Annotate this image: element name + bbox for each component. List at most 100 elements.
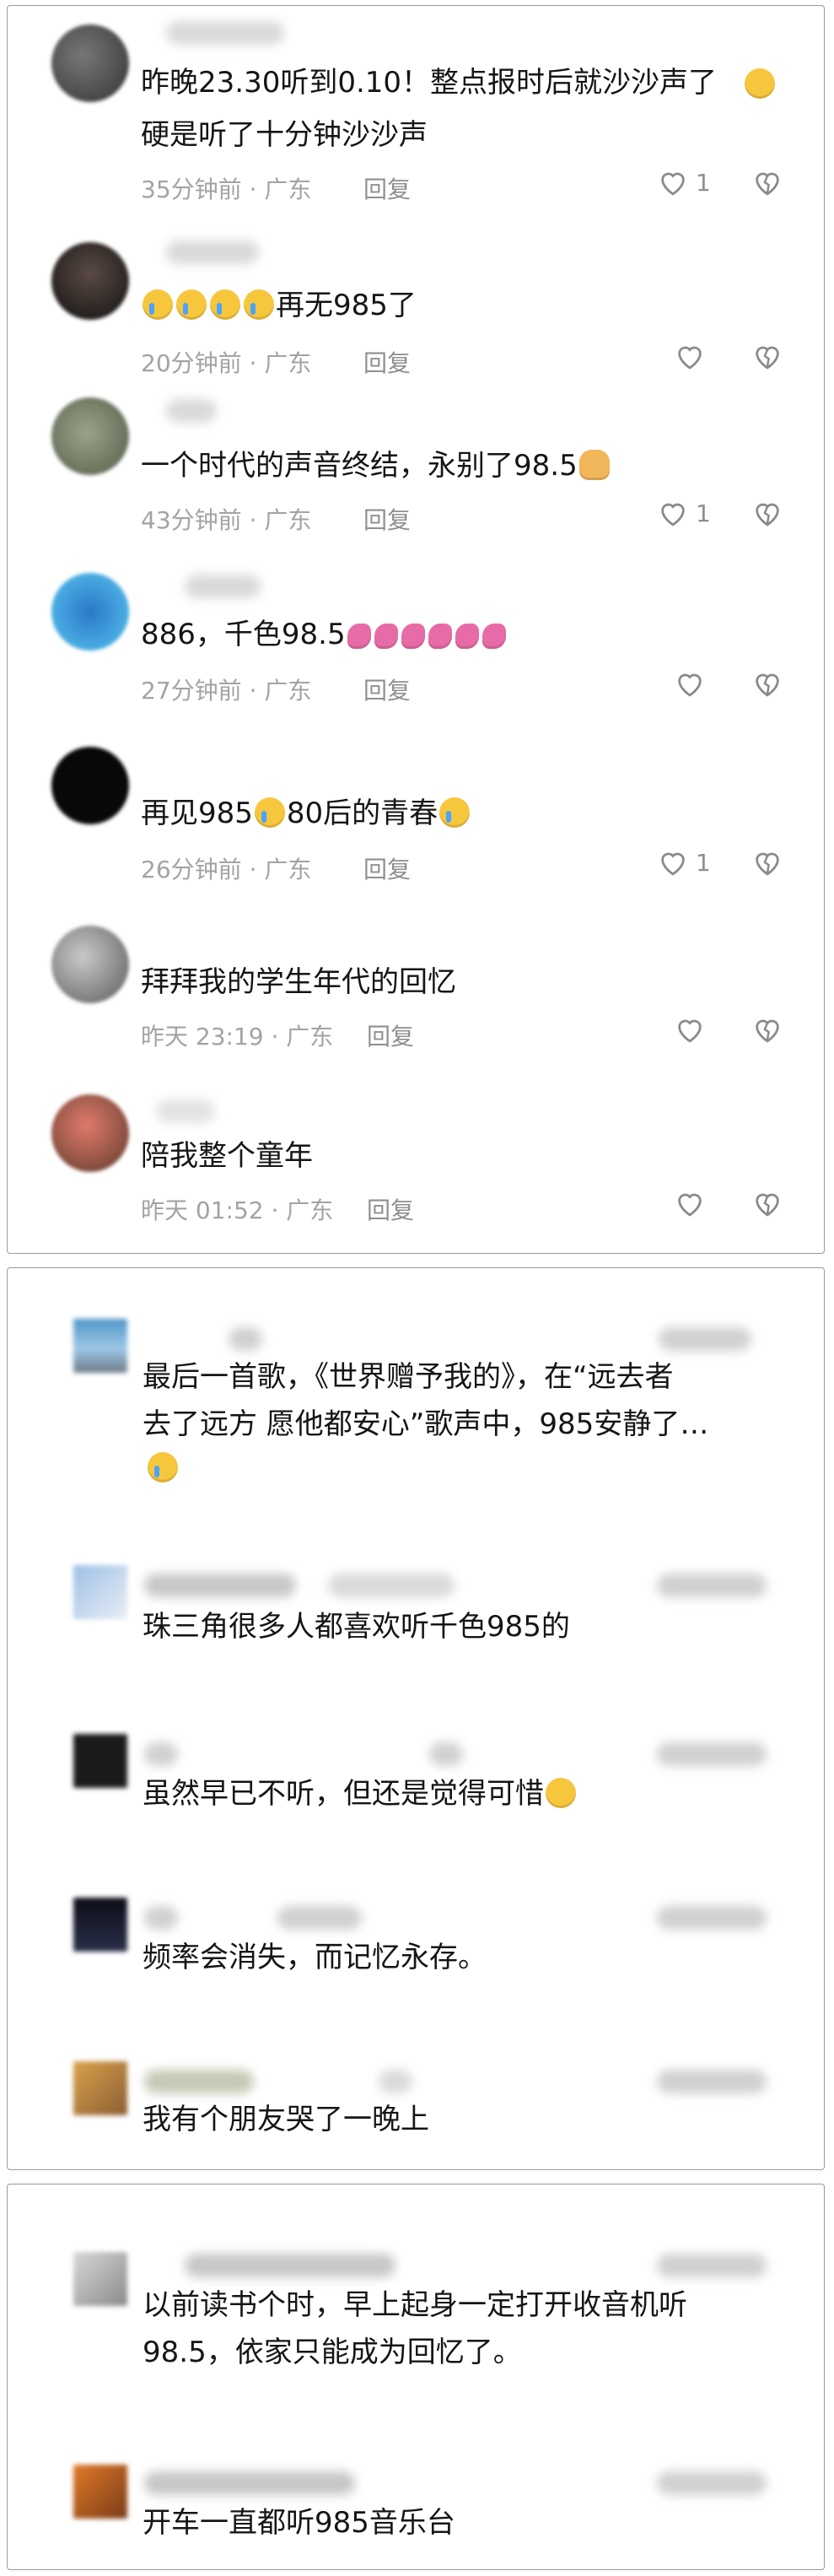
like-count: 1 — [696, 848, 711, 877]
username-blurred[interactable] — [144, 1906, 178, 1930]
comment-item: 最后一首歌，《世界赠予我的》，在“远去者 去了远方 愿他都安心”歌声中，985安… — [8, 1268, 824, 1488]
broken-heart-icon[interactable] — [751, 499, 783, 527]
avatar[interactable] — [51, 397, 129, 475]
blurred-meta — [328, 1574, 455, 1597]
like-button[interactable] — [674, 1189, 706, 1218]
reply-button[interactable]: 回复 — [363, 851, 411, 885]
avatar[interactable] — [51, 573, 129, 651]
blurred-meta — [657, 1906, 767, 1930]
heart-icon — [678, 673, 702, 697]
broken-heart-icon[interactable] — [751, 1189, 783, 1218]
reply-button[interactable]: 回复 — [363, 171, 411, 205]
avatar[interactable] — [51, 747, 129, 824]
heart-icon — [661, 172, 685, 196]
comment-time-location: 43分钟前 · 广东 — [141, 506, 312, 534]
comment-text: 最后一首歌，《世界赠予我的》，在“远去者 — [143, 1360, 674, 1394]
comment-item: 开车一直都听985音乐台 — [8, 2438, 824, 2564]
reply-button[interactable]: 回复 — [363, 502, 411, 536]
comment-item: 频率会消失，而记忆永存。 — [8, 1864, 824, 1999]
comment-text-row: 虽然早已不听，但还是觉得可惜 — [143, 1769, 578, 1818]
heart-icon — [678, 1019, 702, 1043]
comment-time-location: 20分钟前 · 广东 — [141, 349, 312, 377]
blurred-meta — [657, 2070, 767, 2093]
username-blurred[interactable] — [166, 399, 217, 423]
like-button[interactable]: 1 — [657, 848, 711, 877]
reply-button[interactable]: 回复 — [363, 672, 411, 706]
blurred-meta — [657, 1574, 767, 1597]
comment-item: 陪我整个童年 昨天 01:52 · 广东 回复 — [8, 1088, 824, 1256]
comment-item: 昨晚23.30听到0.10！整点报时后就沙沙声了 硬是听了十分钟沙沙声 35分钟… — [8, 6, 824, 203]
blurred-meta — [379, 2070, 412, 2093]
username-blurred[interactable] — [144, 2070, 254, 2093]
crying-face-emoji-icon — [254, 797, 285, 828]
flexed-biceps-emoji-icon — [455, 624, 479, 649]
comments-panel-2: 最后一首歌，《世界赠予我的》，在“远去者 去了远方 愿他都安心”歌声中，985安… — [7, 1267, 825, 2170]
username-blurred[interactable] — [185, 2254, 395, 2277]
username-blurred[interactable] — [185, 575, 261, 598]
comment-item: 珠三角很多人都喜欢听千色985的 — [8, 1536, 824, 1671]
username-blurred[interactable] — [166, 240, 259, 264]
username-blurred[interactable] — [144, 1742, 178, 1766]
avatar[interactable] — [73, 1898, 127, 1952]
comments-panel-1: 昨晚23.30听到0.10！整点报时后就沙沙声了 硬是听了十分钟沙沙声 35分钟… — [7, 5, 825, 1254]
comment-text: 陪我整个童年 — [141, 1139, 313, 1173]
comment-text: 886，千色98.5 — [141, 618, 346, 651]
comment-item: 拜拜我的学生年代的回忆 昨天 23:19 · 广东 回复 — [8, 914, 824, 1083]
reply-button[interactable]: 回复 — [363, 345, 411, 379]
broken-heart-icon[interactable] — [751, 168, 783, 197]
comment-text: 以前读书个时，早上起身一定打开收音机听 — [143, 2288, 687, 2322]
comment-item: 我有个朋友哭了一晚上 — [8, 2028, 824, 2163]
broken-heart-icon[interactable] — [751, 342, 783, 370]
comment-text: 去了远方 愿他都安心”歌声中，985安静了… — [143, 1407, 709, 1441]
avatar[interactable] — [51, 242, 129, 320]
username-blurred[interactable] — [229, 1327, 262, 1351]
comment-item: 以前读书个时，早上起身一定打开收音机听 98.5，依家只能成为回忆了。 — [8, 2184, 824, 2404]
avatar[interactable] — [51, 1094, 129, 1172]
avatar[interactable] — [73, 1734, 127, 1788]
avatar[interactable] — [73, 1565, 127, 1619]
broken-heart-icon[interactable] — [751, 848, 783, 877]
like-button[interactable] — [674, 342, 706, 370]
heart-icon — [678, 1193, 702, 1217]
avatar[interactable] — [51, 24, 129, 102]
comment-text: 再无985了 — [276, 289, 417, 322]
flexed-biceps-emoji-icon — [374, 624, 398, 649]
blurred-meta — [429, 1742, 463, 1766]
like-button[interactable]: 1 — [657, 168, 711, 197]
comment-time-location: 26分钟前 · 广东 — [141, 856, 312, 883]
comment-text-row: 再见985 80后的青春 — [141, 789, 471, 838]
flexed-biceps-emoji-icon — [347, 624, 371, 649]
avatar[interactable] — [73, 1319, 127, 1373]
flexed-biceps-emoji-icon — [401, 624, 425, 649]
pleading-face-emoji-icon — [176, 289, 207, 320]
comment-text: 珠三角很多人都喜欢听千色985的 — [143, 1610, 570, 1644]
avatar[interactable] — [73, 2252, 127, 2306]
blurred-meta — [659, 1327, 751, 1351]
flexed-biceps-emoji-icon — [482, 624, 506, 649]
comment-text: 98.5，依家只能成为回忆了。 — [143, 2336, 522, 2369]
username-blurred[interactable] — [166, 21, 284, 45]
comment-item: 再见985 80后的青春 26分钟前 · 广东 回复 1 — [8, 738, 824, 907]
heart-icon — [661, 503, 685, 527]
like-button[interactable] — [674, 1015, 706, 1044]
reply-button[interactable]: 回复 — [367, 1018, 414, 1052]
reply-button[interactable]: 回复 — [367, 1192, 414, 1226]
avatar[interactable] — [73, 2061, 127, 2115]
blurred-meta — [277, 1906, 362, 1930]
comment-item: 一个时代的声音终结，永别了98.5 43分钟前 · 广东 回复 1 — [8, 394, 824, 563]
username-blurred[interactable] — [144, 2471, 355, 2495]
comment-text: 昨晚23.30听到0.10！整点报时后就沙沙声了 — [141, 66, 718, 100]
broken-heart-icon[interactable] — [751, 669, 783, 698]
username-blurred[interactable] — [156, 1099, 215, 1123]
username-blurred[interactable] — [144, 1574, 296, 1597]
avatar[interactable] — [51, 926, 129, 1003]
like-button[interactable] — [674, 669, 706, 698]
avatar[interactable] — [73, 2465, 127, 2519]
broken-heart-icon[interactable] — [751, 1015, 783, 1044]
comment-time-location: 27分钟前 · 广东 — [141, 677, 312, 705]
blurred-meta — [657, 2471, 767, 2495]
comment-text-row: 886，千色98.5 — [141, 610, 508, 659]
like-button[interactable]: 1 — [657, 499, 711, 527]
crying-face-emoji-icon — [439, 797, 471, 828]
sad-face-emoji-icon — [148, 1452, 178, 1482]
